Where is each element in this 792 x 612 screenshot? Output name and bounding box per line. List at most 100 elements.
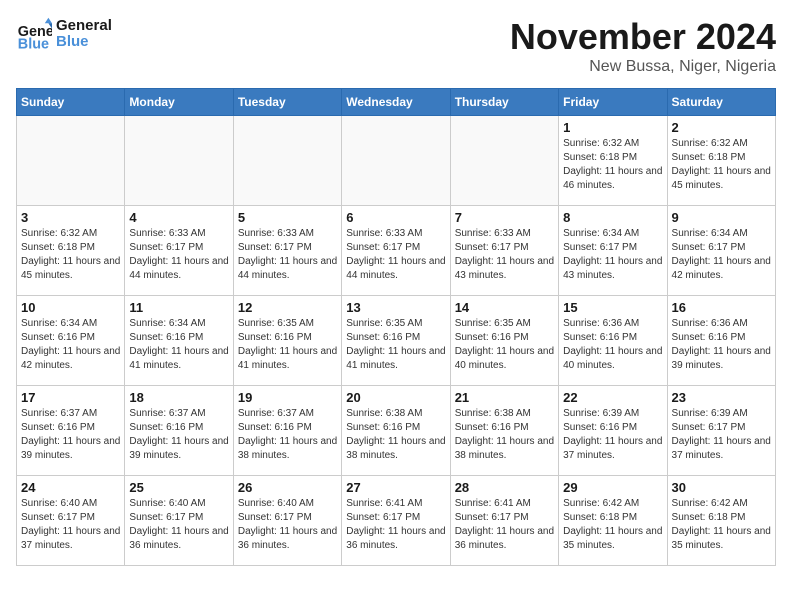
week-row-3: 10 Sunrise: 6:34 AM Sunset: 6:16 PM Dayli… [17,296,776,386]
calendar-cell: 2 Sunrise: 6:32 AM Sunset: 6:18 PM Daylig… [667,116,775,206]
day-number: 12 [238,300,337,315]
logo-icon: General Blue [16,16,52,52]
calendar-cell: 6Sunrise: 6:33 AM Sunset: 6:17 PM Daylig… [342,206,450,296]
day-info: Sunrise: 6:38 AM Sunset: 6:16 PM Dayligh… [346,407,445,463]
calendar-cell: 8 Sunrise: 6:34 AM Sunset: 6:17 PM Daylig… [559,206,667,296]
calendar-cell: 23 Sunrise: 6:39 AM Sunset: 6:17 PM Dayli… [667,386,775,476]
col-monday: Monday [125,89,233,116]
header-row: Sunday Monday Tuesday Wednesday Thursday… [17,89,776,116]
calendar-cell: 15 Sunrise: 6:36 AM Sunset: 6:16 PM Dayli… [559,296,667,386]
day-number: 30 [672,480,771,495]
calendar-cell: 26Sunrise: 6:40 AM Sunset: 6:17 PM Dayli… [233,476,341,566]
calendar-cell: 20 Sunrise: 6:38 AM Sunset: 6:16 PM Dayli… [342,386,450,476]
day-info: Sunrise: 6:33 AM Sunset: 6:17 PM Dayligh… [129,227,228,283]
day-number: 17 [21,390,120,405]
day-info: Sunrise: 6:36 AM Sunset: 6:16 PM Dayligh… [563,317,662,373]
calendar-table: Sunday Monday Tuesday Wednesday Thursday… [16,88,776,566]
day-info: Sunrise: 6:37 AM Sunset: 6:16 PM Dayligh… [129,407,228,463]
day-info: Sunrise: 6:42 AM Sunset: 6:18 PM Dayligh… [672,497,771,553]
calendar-cell: 29Sunrise: 6:42 AM Sunset: 6:18 PM Dayli… [559,476,667,566]
calendar-cell [233,116,341,206]
day-number: 1 [563,120,662,135]
logo: General Blue General Blue [16,16,112,52]
calendar-cell: 16Sunrise: 6:36 AM Sunset: 6:16 PM Dayli… [667,296,775,386]
col-wednesday: Wednesday [342,89,450,116]
day-number: 11 [129,300,228,315]
day-info: Sunrise: 6:35 AM Sunset: 6:16 PM Dayligh… [455,317,554,373]
calendar-cell: 11 Sunrise: 6:34 AM Sunset: 6:16 PM Dayli… [125,296,233,386]
day-number: 7 [455,210,554,225]
calendar-cell: 7Sunrise: 6:33 AM Sunset: 6:17 PM Daylig… [450,206,558,296]
logo-blue: Blue [56,34,112,51]
col-tuesday: Tuesday [233,89,341,116]
day-number: 8 [563,210,662,225]
day-info: Sunrise: 6:32 AM Sunset: 6:18 PM Dayligh… [672,137,771,193]
calendar-cell: 3 Sunrise: 6:32 AM Sunset: 6:18 PM Daylig… [17,206,125,296]
day-number: 27 [346,480,445,495]
calendar-cell: 21 Sunrise: 6:38 AM Sunset: 6:16 PM Dayli… [450,386,558,476]
day-info: Sunrise: 6:37 AM Sunset: 6:16 PM Dayligh… [21,407,120,463]
calendar-cell: 28 Sunrise: 6:41 AM Sunset: 6:17 PM Dayli… [450,476,558,566]
calendar-subtitle: New Bussa, Niger, Nigeria [510,58,776,76]
day-info: Sunrise: 6:39 AM Sunset: 6:17 PM Dayligh… [672,407,771,463]
calendar-cell: 12 Sunrise: 6:35 AM Sunset: 6:16 PM Dayli… [233,296,341,386]
week-row-4: 17 Sunrise: 6:37 AM Sunset: 6:16 PM Dayli… [17,386,776,476]
calendar-cell: 24Sunrise: 6:40 AM Sunset: 6:17 PM Dayli… [17,476,125,566]
day-info: Sunrise: 6:39 AM Sunset: 6:16 PM Dayligh… [563,407,662,463]
calendar-cell [342,116,450,206]
day-info: Sunrise: 6:35 AM Sunset: 6:16 PM Dayligh… [238,317,337,373]
day-number: 18 [129,390,228,405]
week-row-5: 24Sunrise: 6:40 AM Sunset: 6:17 PM Dayli… [17,476,776,566]
calendar-cell: 14 Sunrise: 6:35 AM Sunset: 6:16 PM Dayli… [450,296,558,386]
day-info: Sunrise: 6:32 AM Sunset: 6:18 PM Dayligh… [563,137,662,193]
calendar-cell: 10 Sunrise: 6:34 AM Sunset: 6:16 PM Dayli… [17,296,125,386]
calendar-cell: 30 Sunrise: 6:42 AM Sunset: 6:18 PM Dayli… [667,476,775,566]
calendar-cell: 9Sunrise: 6:34 AM Sunset: 6:17 PM Daylig… [667,206,775,296]
day-info: Sunrise: 6:34 AM Sunset: 6:16 PM Dayligh… [21,317,120,373]
day-number: 5 [238,210,337,225]
day-info: Sunrise: 6:36 AM Sunset: 6:16 PM Dayligh… [672,317,771,373]
day-number: 2 [672,120,771,135]
day-info: Sunrise: 6:41 AM Sunset: 6:17 PM Dayligh… [455,497,554,553]
week-row-2: 3 Sunrise: 6:32 AM Sunset: 6:18 PM Daylig… [17,206,776,296]
calendar-cell: 1 Sunrise: 6:32 AM Sunset: 6:18 PM Daylig… [559,116,667,206]
day-number: 3 [21,210,120,225]
day-info: Sunrise: 6:35 AM Sunset: 6:16 PM Dayligh… [346,317,445,373]
calendar-cell: 22Sunrise: 6:39 AM Sunset: 6:16 PM Dayli… [559,386,667,476]
svg-text:Blue: Blue [18,36,49,52]
day-number: 26 [238,480,337,495]
calendar-cell: 13 Sunrise: 6:35 AM Sunset: 6:16 PM Dayli… [342,296,450,386]
calendar-cell [450,116,558,206]
day-number: 21 [455,390,554,405]
day-number: 23 [672,390,771,405]
day-number: 10 [21,300,120,315]
day-info: Sunrise: 6:40 AM Sunset: 6:17 PM Dayligh… [21,497,120,553]
col-thursday: Thursday [450,89,558,116]
day-number: 4 [129,210,228,225]
header: General Blue General Blue November 2024 … [16,16,776,76]
day-info: Sunrise: 6:38 AM Sunset: 6:16 PM Dayligh… [455,407,554,463]
day-info: Sunrise: 6:42 AM Sunset: 6:18 PM Dayligh… [563,497,662,553]
day-number: 28 [455,480,554,495]
day-number: 14 [455,300,554,315]
week-row-1: 1 Sunrise: 6:32 AM Sunset: 6:18 PM Daylig… [17,116,776,206]
day-number: 13 [346,300,445,315]
day-number: 20 [346,390,445,405]
col-friday: Friday [559,89,667,116]
day-info: Sunrise: 6:34 AM Sunset: 6:16 PM Dayligh… [129,317,228,373]
calendar-cell: 5Sunrise: 6:33 AM Sunset: 6:17 PM Daylig… [233,206,341,296]
day-number: 9 [672,210,771,225]
calendar-cell [17,116,125,206]
day-number: 6 [346,210,445,225]
day-info: Sunrise: 6:34 AM Sunset: 6:17 PM Dayligh… [563,227,662,283]
day-info: Sunrise: 6:40 AM Sunset: 6:17 PM Dayligh… [129,497,228,553]
day-number: 25 [129,480,228,495]
day-number: 19 [238,390,337,405]
col-sunday: Sunday [17,89,125,116]
day-info: Sunrise: 6:32 AM Sunset: 6:18 PM Dayligh… [21,227,120,283]
calendar-cell: 17 Sunrise: 6:37 AM Sunset: 6:16 PM Dayli… [17,386,125,476]
title-area: November 2024 New Bussa, Niger, Nigeria [510,16,776,76]
calendar-cell [125,116,233,206]
day-number: 15 [563,300,662,315]
day-info: Sunrise: 6:41 AM Sunset: 6:17 PM Dayligh… [346,497,445,553]
